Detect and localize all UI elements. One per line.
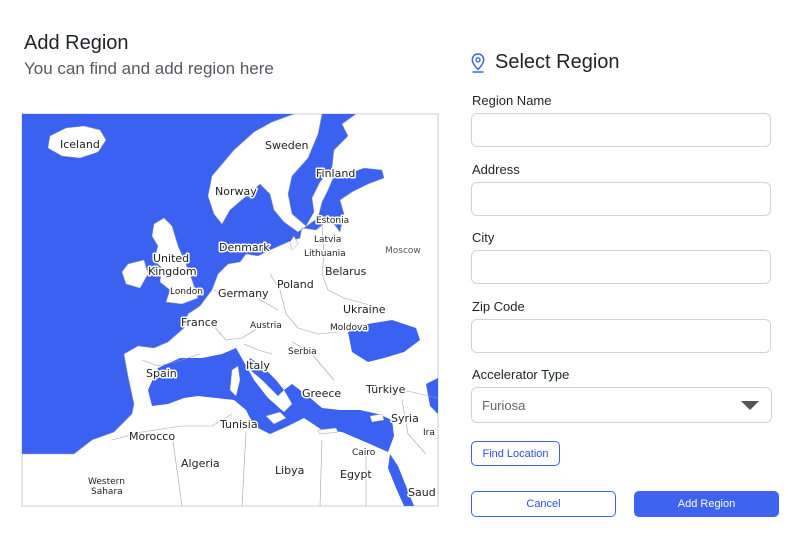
select-region-header: Select Region [471,51,620,74]
label-italy: Italy [246,359,270,372]
label-belarus: Belarus [325,265,367,278]
select-region-title: Select Region [495,51,620,73]
label-latvia: Latvia [314,235,341,245]
label-sweden: Sweden [265,139,308,152]
address-label: Address [472,162,520,177]
address-input[interactable] [471,182,771,216]
label-lithuania: Lithuania [304,249,346,259]
location-pin-icon [471,52,485,73]
label-iraq: Ira [423,428,435,438]
city-label: City [472,230,495,245]
label-western: Western [88,477,125,487]
label-syria: Syria [391,412,419,425]
label-egypt: Egypt [340,468,372,481]
chevron-down-icon [741,400,759,410]
label-norway: Norway [215,185,257,198]
label-united: United [153,252,189,265]
page-subtitle: You can find and add region here [24,59,274,78]
accelerator-type-label: Accelerator Type [472,367,570,382]
accelerator-type-select[interactable]: Furiosa [471,387,772,423]
region-name-label: Region Name [472,93,552,108]
cancel-button[interactable]: Cancel [471,491,616,517]
label-greece: Greece [302,387,341,400]
city-input[interactable] [471,250,771,284]
label-tunisia: Tunisia [219,418,258,431]
label-london: London [170,287,203,297]
label-saudi: Saud [408,486,436,499]
page-title: Add Region [24,32,129,54]
label-ukraine: Ukraine [343,303,386,316]
label-denmark: Denmark [219,241,270,254]
label-morocco: Morocco [129,430,175,443]
find-location-button[interactable]: Find Location [471,441,560,466]
region-name-input[interactable] [471,113,771,147]
label-iceland: Iceland [60,138,100,151]
label-cairo: Cairo [352,448,376,458]
accelerator-type-value: Furiosa [482,397,526,413]
label-turkiye: Türkiye [365,383,406,396]
label-algeria: Algeria [181,457,220,470]
label-estonia: Estonia [316,216,349,226]
label-libya: Libya [275,464,304,477]
label-poland: Poland [277,278,314,291]
add-region-button[interactable]: Add Region [634,491,779,517]
label-serbia: Serbia [288,347,317,357]
zip-code-input[interactable] [471,319,771,353]
map-svg[interactable]: Iceland Sweden Finland Norway Estonia La… [22,114,438,506]
label-spain: Spain [146,367,177,380]
label-germany: Germany [218,287,269,300]
region-map[interactable]: Iceland Sweden Finland Norway Estonia La… [21,113,439,507]
zip-code-label: Zip Code [472,299,525,314]
label-austria: Austria [250,321,282,331]
label-france: France [181,316,218,329]
label-kingdom: Kingdom [148,265,197,278]
label-moldova: Moldova [330,323,368,333]
label-finland: Finland [316,167,355,180]
label-moscow: Moscow [385,246,421,256]
label-sahara: Sahara [91,487,123,497]
